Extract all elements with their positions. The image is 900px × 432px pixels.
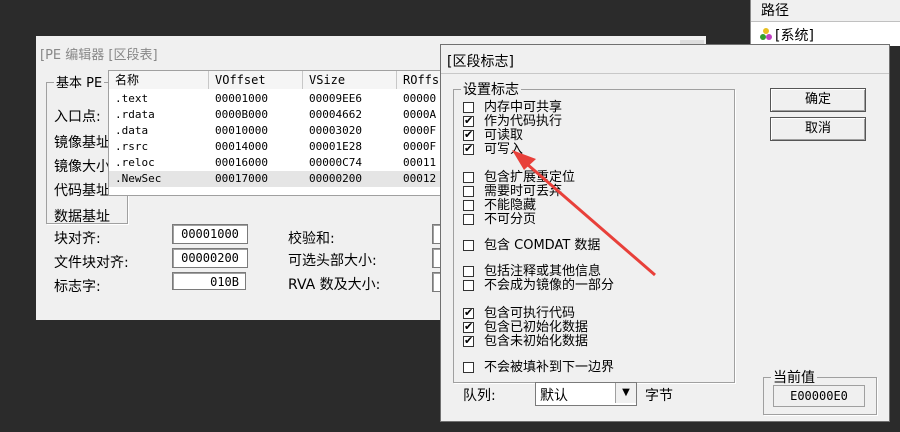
red-arrow-annotation xyxy=(512,150,656,277)
